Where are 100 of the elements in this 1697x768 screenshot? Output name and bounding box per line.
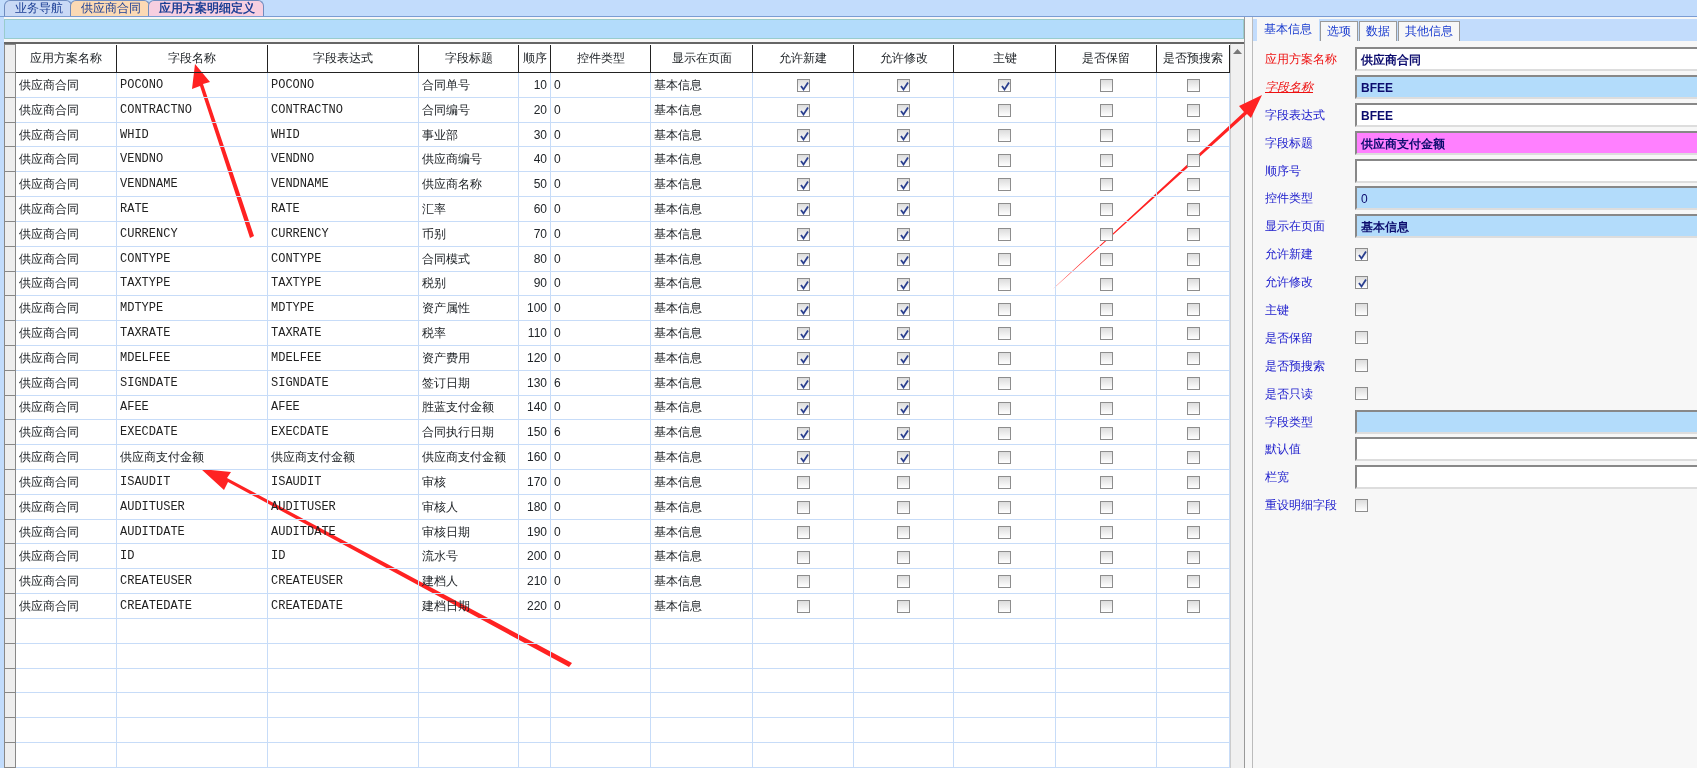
checkbox[interactable]	[897, 228, 910, 242]
checkbox[interactable]	[1186, 426, 1200, 440]
checkbox[interactable]	[796, 525, 810, 539]
panel-tab[interactable]: 其他信息	[1398, 21, 1460, 41]
checkbox[interactable]	[1099, 377, 1113, 390]
checkbox[interactable]	[1355, 247, 1368, 261]
checkbox[interactable]	[1186, 327, 1200, 341]
checkbox[interactable]	[1186, 377, 1200, 390]
checkbox[interactable]	[1355, 331, 1368, 345]
checkbox[interactable]	[897, 252, 910, 266]
checkbox[interactable]	[1186, 501, 1200, 515]
checkbox[interactable]	[1186, 228, 1200, 242]
checkbox[interactable]	[1355, 275, 1368, 289]
checkbox[interactable]	[897, 352, 910, 366]
checkbox[interactable]	[1099, 426, 1113, 440]
checkbox[interactable]	[897, 277, 910, 291]
input-field[interactable]	[1355, 437, 1697, 462]
panel-tab[interactable]: 数据	[1359, 21, 1397, 41]
checkbox[interactable]	[1186, 79, 1200, 93]
checkbox[interactable]	[897, 377, 910, 390]
input-field[interactable]: 供应商合同	[1355, 46, 1697, 71]
checkbox[interactable]	[1186, 104, 1200, 118]
checkbox[interactable]	[796, 128, 810, 142]
checkbox[interactable]	[796, 79, 810, 93]
checkbox[interactable]	[998, 327, 1011, 341]
checkbox[interactable]	[1186, 277, 1200, 291]
input-field[interactable]	[1355, 465, 1697, 490]
column-header[interactable]: 是否预搜索	[1156, 44, 1230, 73]
checkbox[interactable]	[897, 178, 910, 192]
checkbox[interactable]	[1186, 302, 1200, 316]
checkbox[interactable]	[796, 401, 810, 415]
column-header[interactable]: 字段标题	[418, 44, 519, 73]
checkbox[interactable]	[897, 153, 910, 167]
checkbox[interactable]	[1099, 153, 1113, 167]
checkbox[interactable]	[1099, 451, 1113, 465]
checkbox[interactable]	[1186, 153, 1200, 167]
breadcrumb-tab[interactable]: 供应商合同	[70, 0, 150, 16]
checkbox[interactable]	[897, 550, 910, 564]
checkbox[interactable]	[1355, 359, 1368, 373]
checkbox[interactable]	[998, 352, 1011, 366]
checkbox[interactable]	[998, 252, 1011, 266]
checkbox[interactable]	[1186, 401, 1200, 415]
column-header[interactable]: 顺序	[518, 44, 551, 73]
panel-tab[interactable]: 选项	[1320, 21, 1358, 41]
checkbox[interactable]	[998, 501, 1011, 515]
checkbox[interactable]	[796, 252, 810, 266]
checkbox[interactable]	[1186, 352, 1200, 366]
checkbox[interactable]	[796, 178, 810, 192]
input-field[interactable]: 供应商支付金额	[1355, 130, 1697, 155]
checkbox[interactable]	[897, 501, 910, 515]
checkbox[interactable]	[1186, 550, 1200, 564]
checkbox[interactable]	[1099, 476, 1113, 490]
column-header[interactable]: 字段表达式	[267, 44, 419, 73]
checkbox[interactable]	[796, 277, 810, 291]
checkbox[interactable]	[998, 277, 1011, 291]
column-header[interactable]: 显示在页面	[650, 44, 753, 73]
checkbox[interactable]	[897, 401, 910, 415]
column-header[interactable]: 允许修改	[853, 44, 954, 73]
checkbox[interactable]	[796, 451, 810, 465]
checkbox[interactable]	[998, 178, 1011, 192]
checkbox[interactable]	[998, 426, 1011, 440]
checkbox[interactable]	[1355, 303, 1368, 317]
checkbox[interactable]	[796, 501, 810, 515]
checkbox[interactable]	[796, 550, 810, 564]
checkbox[interactable]	[1186, 252, 1200, 266]
checkbox[interactable]	[998, 600, 1011, 614]
input-field[interactable]: 0	[1355, 186, 1697, 211]
checkbox[interactable]	[796, 352, 810, 366]
checkbox[interactable]	[1099, 302, 1113, 316]
checkbox[interactable]	[1099, 128, 1113, 142]
checkbox[interactable]	[1099, 104, 1113, 118]
checkbox[interactable]	[1355, 387, 1368, 401]
checkbox[interactable]	[1186, 476, 1200, 490]
checkbox[interactable]	[897, 600, 910, 614]
checkbox[interactable]	[796, 302, 810, 316]
checkbox[interactable]	[1099, 352, 1113, 366]
checkbox[interactable]	[1099, 252, 1113, 266]
checkbox[interactable]	[796, 228, 810, 242]
checkbox[interactable]	[796, 600, 810, 614]
checkbox[interactable]	[796, 104, 810, 118]
checkbox[interactable]	[897, 79, 910, 93]
column-header[interactable]: 主键	[953, 44, 1056, 73]
input-field[interactable]: BFEE	[1355, 102, 1697, 127]
column-header[interactable]: 应用方案名称	[15, 44, 117, 73]
column-header[interactable]: 是否保留	[1055, 44, 1157, 73]
checkbox[interactable]	[1099, 600, 1113, 614]
checkbox[interactable]	[796, 153, 810, 167]
checkbox[interactable]	[1099, 525, 1113, 539]
checkbox[interactable]	[897, 476, 910, 490]
checkbox[interactable]	[998, 550, 1011, 564]
checkbox[interactable]	[998, 377, 1011, 390]
checkbox[interactable]	[897, 104, 910, 118]
checkbox[interactable]	[998, 79, 1011, 93]
breadcrumb-tab[interactable]: 应用方案明细定义	[148, 0, 264, 16]
checkbox[interactable]	[998, 203, 1011, 217]
checkbox[interactable]	[998, 451, 1011, 465]
checkbox[interactable]	[796, 327, 810, 341]
breadcrumb-tab[interactable]: 业务导航	[4, 0, 72, 16]
checkbox[interactable]	[1099, 550, 1113, 564]
panel-tab[interactable]: 基本信息	[1257, 19, 1319, 41]
